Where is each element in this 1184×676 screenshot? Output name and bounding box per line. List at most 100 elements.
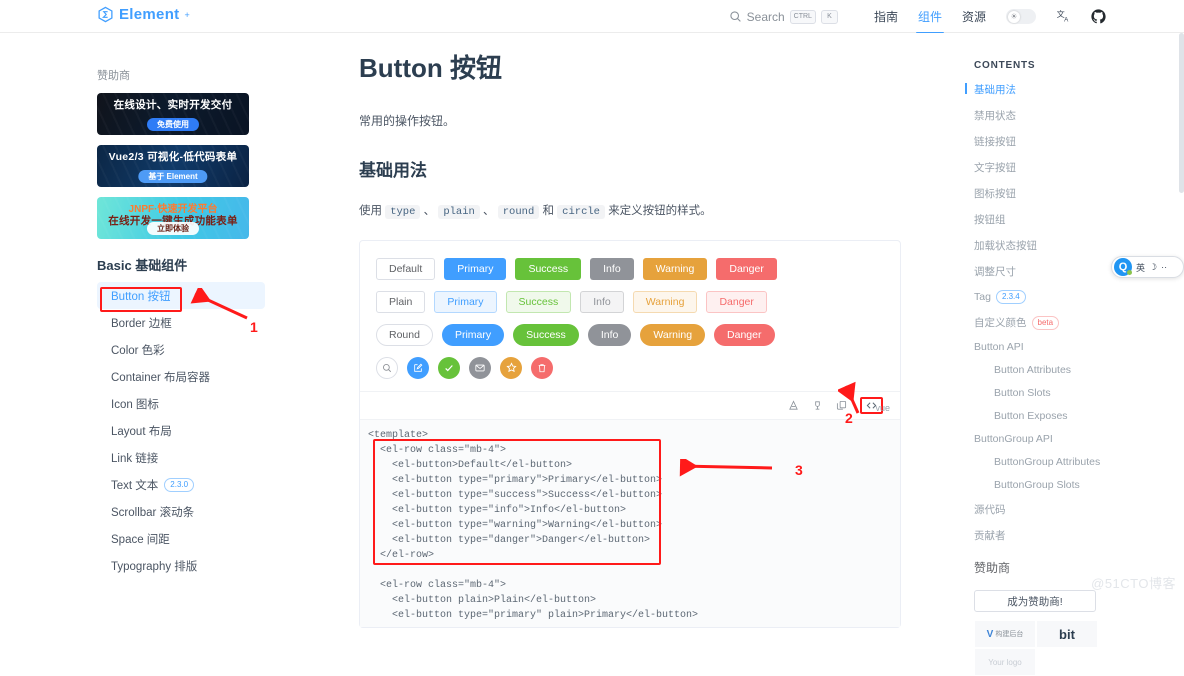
sidebar-item-icon[interactable]: Icon 图标 bbox=[97, 390, 265, 417]
brand-logo[interactable]: Element + bbox=[97, 6, 190, 23]
button-round-danger[interactable]: Danger bbox=[714, 324, 774, 346]
button-warning[interactable]: Warning bbox=[643, 258, 708, 280]
button-info[interactable]: Info bbox=[590, 258, 634, 280]
toc-item-contributors[interactable]: 贡献者 bbox=[974, 528, 1184, 543]
toc-item-buttongroup-attributes[interactable]: ButtonGroup Attributes bbox=[974, 456, 1184, 468]
annotation-number-3: 3 bbox=[795, 462, 803, 478]
nav-components[interactable]: 组件 bbox=[918, 0, 942, 34]
button-round-success[interactable]: Success bbox=[513, 324, 579, 346]
page-description: 常用的操作按钮。 bbox=[359, 112, 959, 129]
sponsor-banner-1-title: 在线设计、实时开发交付 bbox=[97, 97, 249, 112]
moon-icon[interactable]: ☽ bbox=[1149, 262, 1157, 273]
toc-item-button-api[interactable]: Button API bbox=[974, 341, 1184, 353]
sponsor-logo-bit[interactable]: bit bbox=[1036, 620, 1098, 648]
button-round-warning[interactable]: Warning bbox=[640, 324, 705, 346]
toc-item-button-slots[interactable]: Button Slots bbox=[974, 387, 1184, 399]
button-plain-primary[interactable]: Primary bbox=[434, 291, 496, 313]
translate-icon[interactable]: 文 A bbox=[1056, 9, 1071, 24]
jsfiddle-icon[interactable] bbox=[812, 400, 823, 411]
toc-item-label: 基础用法 bbox=[974, 82, 1016, 97]
sidebar-item-color[interactable]: Color 色彩 bbox=[97, 336, 265, 363]
button-round-default[interactable]: Round bbox=[376, 324, 433, 346]
usage-sep-1: 、 bbox=[424, 205, 436, 217]
toc-item-link-button[interactable]: 链接按钮 bbox=[974, 134, 1184, 149]
ime-more-icon[interactable]: ·· bbox=[1161, 262, 1167, 272]
nav-resources[interactable]: 资源 bbox=[962, 0, 986, 34]
ime-floating-bar[interactable]: Q 英 ☽ ·· bbox=[1111, 256, 1184, 278]
toc-item-button-group[interactable]: 按钮组 bbox=[974, 212, 1184, 227]
toc-item-disabled[interactable]: 禁用状态 bbox=[974, 108, 1184, 123]
circle-button-star[interactable] bbox=[500, 357, 522, 379]
circle-button-check[interactable] bbox=[438, 357, 460, 379]
toc-item-button-attributes[interactable]: Button Attributes bbox=[974, 364, 1184, 376]
button-plain-default[interactable]: Plain bbox=[376, 291, 425, 313]
sidebar-item-border[interactable]: Border 边框 bbox=[97, 309, 265, 336]
qq-ime-logo-icon: Q bbox=[1114, 258, 1132, 276]
toc-item-label: 图标按钮 bbox=[974, 186, 1016, 201]
toc-item-button-exposes[interactable]: Button Exposes bbox=[974, 410, 1184, 422]
toc-item-icon-button[interactable]: 图标按钮 bbox=[974, 186, 1184, 201]
toc-item-label: ButtonGroup Attributes bbox=[994, 456, 1100, 468]
ime-mode-label[interactable]: 英 bbox=[1136, 261, 1145, 274]
sun-icon: ☀ bbox=[1008, 11, 1020, 23]
circle-button-edit[interactable] bbox=[407, 357, 429, 379]
usage-paragraph: 使用 type 、 plain 、 round 和 circle 来定义按钮的样… bbox=[359, 202, 959, 221]
button-plain-success[interactable]: Success bbox=[506, 291, 572, 313]
toc-item-buttongroup-slots[interactable]: ButtonGroup Slots bbox=[974, 479, 1184, 491]
toc-item-label: Button Exposes bbox=[994, 410, 1068, 422]
circle-button-message[interactable] bbox=[469, 357, 491, 379]
github-icon[interactable] bbox=[1091, 9, 1106, 24]
toc-item-text-button[interactable]: 文字按钮 bbox=[974, 160, 1184, 175]
become-sponsor-button[interactable]: 成为赞助商! bbox=[974, 590, 1096, 612]
button-plain-warning[interactable]: Warning bbox=[633, 291, 698, 313]
button-round-primary[interactable]: Primary bbox=[442, 324, 504, 346]
circle-button-search[interactable] bbox=[376, 357, 398, 379]
sponsor-banner-3[interactable]: JNPF·快速开发平台 在线开发一键生成功能表单 立即体验 bbox=[97, 197, 249, 239]
sidebar-item-space[interactable]: Space 间距 bbox=[97, 525, 265, 552]
code-type: type bbox=[385, 205, 420, 219]
sidebar-item-label: Space 间距 bbox=[111, 531, 170, 547]
search-button[interactable]: Search CTRL K bbox=[729, 10, 838, 24]
button-plain-info[interactable]: Info bbox=[580, 291, 624, 313]
sidebar-group-basic: Basic 基础组件 bbox=[97, 255, 300, 274]
toc-item-label: Tag bbox=[974, 291, 991, 303]
sponsor-heading-left: 赞助商 bbox=[97, 67, 300, 83]
sponsor-banner-1-cta: 免费使用 bbox=[147, 118, 199, 131]
header-actions: Search CTRL K 指南 组件 资源 ☀ 文 A bbox=[729, 0, 1106, 33]
button-plain-danger[interactable]: Danger bbox=[706, 291, 766, 313]
toc-item-loading-button[interactable]: 加载状态按钮 bbox=[974, 238, 1184, 253]
button-danger[interactable]: Danger bbox=[716, 258, 776, 280]
sidebar-item-text[interactable]: Text 文本 2.3.0 bbox=[97, 471, 265, 498]
button-row-plain: Plain Primary Success Info Warning Dange… bbox=[376, 291, 884, 313]
toc-item-tag[interactable]: Tag 2.3.4 bbox=[974, 290, 1184, 304]
sponsor-logo-placeholder[interactable]: Your logo bbox=[974, 648, 1036, 676]
sponsor-banner-2[interactable]: Vue2/3 可视化-低代码表单 基于 Element bbox=[97, 145, 249, 187]
sponsor-logo-grid: V 构建后台 bit Your logo bbox=[974, 620, 1098, 676]
sidebar-item-layout[interactable]: Layout 布局 bbox=[97, 417, 265, 444]
button-default[interactable]: Default bbox=[376, 258, 435, 280]
toc-item-buttongroup-api[interactable]: ButtonGroup API bbox=[974, 433, 1184, 445]
nav-guide[interactable]: 指南 bbox=[874, 0, 898, 34]
page-scrollbar[interactable] bbox=[1179, 33, 1184, 193]
sponsor-logo-vue[interactable]: V 构建后台 bbox=[974, 620, 1036, 648]
code-round: round bbox=[498, 205, 540, 219]
codepen-icon[interactable] bbox=[788, 400, 799, 411]
sidebar-item-link[interactable]: Link 链接 bbox=[97, 444, 265, 471]
button-primary[interactable]: Primary bbox=[444, 258, 506, 280]
toc-item-source-code[interactable]: 源代码 bbox=[974, 502, 1184, 517]
toc-item-basic-usage[interactable]: 基础用法 bbox=[974, 82, 1184, 97]
source-code[interactable]: <template> <el-row class="mb-4"> <el-but… bbox=[360, 428, 900, 627]
button-round-info[interactable]: Info bbox=[588, 324, 632, 346]
sidebar-item-scrollbar[interactable]: Scrollbar 滚动条 bbox=[97, 498, 265, 525]
button-success[interactable]: Success bbox=[515, 258, 581, 280]
sidebar-item-container[interactable]: Container 布局容器 bbox=[97, 363, 265, 390]
message-icon bbox=[475, 363, 485, 373]
sidebar-item-button[interactable]: Button 按钮 bbox=[97, 282, 265, 309]
code-plain: plain bbox=[438, 205, 480, 219]
sponsor-banner-1[interactable]: 在线设计、实时开发交付 免费使用 bbox=[97, 93, 249, 135]
element-logo-icon bbox=[97, 6, 114, 23]
theme-toggle[interactable]: ☀ bbox=[1006, 9, 1036, 24]
circle-button-delete[interactable] bbox=[531, 357, 553, 379]
toc-item-custom-color[interactable]: 自定义颜色 beta bbox=[974, 315, 1184, 330]
sidebar-item-typography[interactable]: Typography 排版 bbox=[97, 552, 265, 579]
